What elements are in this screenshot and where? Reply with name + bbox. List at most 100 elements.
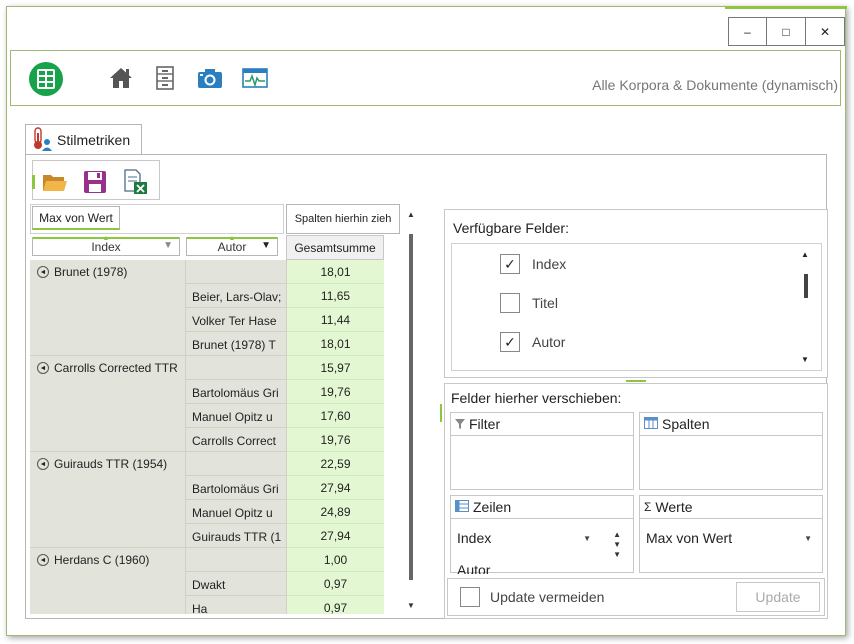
collapse-icon[interactable]: ◄: [37, 554, 49, 566]
table-cell[interactable]: Dwakt: [186, 572, 286, 596]
row-field-index[interactable]: ▲ Index ▼: [32, 235, 180, 256]
close-button[interactable]: ✕: [806, 17, 845, 46]
collapse-icon[interactable]: ◄: [37, 362, 49, 374]
home-icon[interactable]: [107, 64, 135, 92]
field-list-scrollbar[interactable]: ▲ ▼: [801, 250, 811, 364]
reorder-spinner[interactable]: ▲ ▼ ▼: [613, 530, 621, 560]
group-header[interactable]: ◄ Brunet (1978): [30, 260, 186, 356]
update-button[interactable]: Update: [736, 582, 820, 612]
window-controls: ‒ □ ✕: [728, 17, 845, 46]
total-cell[interactable]: 18,01: [286, 260, 384, 284]
value-cell[interactable]: 24,89: [286, 500, 384, 524]
scroll-thumb[interactable]: [804, 274, 808, 298]
tab-stilmetriken[interactable]: Stilmetriken: [25, 124, 142, 155]
value-cell[interactable]: 17,60: [286, 404, 384, 428]
value-cell[interactable]: 11,44: [286, 308, 384, 332]
app-logo-icon[interactable]: [29, 62, 63, 96]
drop-zones-accent: [440, 404, 442, 422]
dropdown-arrow-icon[interactable]: ▼: [804, 534, 812, 543]
field-item-autor[interactable]: ✓ Autor: [500, 331, 565, 353]
group-label: Guirauds TTR (1954): [54, 457, 168, 471]
checkbox[interactable]: [500, 293, 520, 313]
table-cell[interactable]: Bartolomäus Gri: [186, 380, 286, 404]
columns-zone[interactable]: Spalten: [639, 412, 823, 490]
total-cell[interactable]: 1,00: [286, 548, 384, 572]
rows-zone-item-autor[interactable]: Autor: [457, 562, 591, 574]
table-cell[interactable]: Brunet (1978) T: [186, 332, 286, 356]
camera-icon[interactable]: [196, 64, 224, 92]
value-cell[interactable]: 11,65: [286, 284, 384, 308]
filter-icon[interactable]: ▼: [163, 240, 173, 251]
value-cell[interactable]: 0,97: [286, 596, 384, 614]
value-cell[interactable]: 0,97: [286, 572, 384, 596]
sort-up-icon: ▲: [102, 235, 110, 242]
drop-zones-panel: Felder hierher verschieben: Filter Spalt…: [440, 383, 828, 619]
row-field-autor[interactable]: ▲ Autor ▼: [186, 235, 278, 256]
table-cell[interactable]: Volker Ter Hase: [186, 308, 286, 332]
rows-zone[interactable]: Zeilen Index ▼ Autor ▲ ▼ ▼: [450, 495, 634, 574]
save-icon[interactable]: [81, 168, 109, 196]
table-cell[interactable]: Guirauds TTR (1: [186, 524, 286, 548]
minimize-button[interactable]: ‒: [728, 17, 767, 46]
total-cell[interactable]: 22,59: [286, 452, 384, 476]
values-zone[interactable]: Σ Werte Max von Wert ▼: [639, 495, 823, 573]
scroll-down-icon[interactable]: ▼: [801, 355, 809, 364]
data-field-max-von-wert[interactable]: Max von Wert: [32, 206, 120, 230]
pivot-group: ◄ Guirauds TTR (1954) 22,59 Bartolomäus …: [30, 452, 384, 548]
value-cell[interactable]: 18,01: [286, 332, 384, 356]
columns-zone-label: Spalten: [662, 416, 710, 432]
scroll-down-icon[interactable]: ▼: [407, 601, 415, 610]
export-excel-icon[interactable]: [121, 168, 149, 196]
check-icon: ✓: [504, 333, 516, 350]
rows-zone-item-index[interactable]: Index ▼: [457, 530, 591, 546]
zone-item-label: Autor: [457, 562, 491, 574]
sort-up-icon: ▲: [228, 235, 236, 242]
update-bar: Update vermeiden Update: [447, 578, 825, 616]
scroll-up-icon[interactable]: ▲: [801, 250, 809, 259]
value-cell[interactable]: 27,94: [286, 476, 384, 500]
cabinet-icon[interactable]: [151, 64, 179, 92]
maximize-button[interactable]: □: [767, 17, 806, 46]
scroll-thumb[interactable]: [409, 234, 413, 580]
total-cell[interactable]: 15,97: [286, 356, 384, 380]
rows-grid-icon: [455, 499, 469, 515]
column-drop-hint[interactable]: Spalten hierhin zieh: [286, 204, 400, 234]
table-cell[interactable]: Bartolomäus Gri: [186, 476, 286, 500]
header-title: Alle Korpora & Dokumente (dynamisch): [592, 77, 838, 93]
rows-zone-label: Zeilen: [473, 499, 512, 515]
monitor-chart-icon[interactable]: [241, 64, 269, 92]
table-cell[interactable]: Beier, Lars-Olav;: [186, 284, 286, 308]
checkbox[interactable]: ✓: [500, 332, 520, 352]
table-cell[interactable]: Carrolls Correct: [186, 428, 286, 452]
table-cell[interactable]: Manuel Opitz u: [186, 500, 286, 524]
filter-active-icon[interactable]: ▼: [261, 240, 271, 251]
available-fields-title: Verfügbare Felder:: [453, 220, 569, 236]
values-zone-item[interactable]: Max von Wert ▼: [646, 530, 812, 546]
value-cell[interactable]: 27,94: [286, 524, 384, 548]
group-header[interactable]: ◄ Guirauds TTR (1954): [30, 452, 186, 548]
scroll-up-icon[interactable]: ▲: [407, 210, 415, 219]
checkbox[interactable]: ✓: [500, 254, 520, 274]
group-header[interactable]: ◄ Carrolls Corrected TTR: [30, 356, 186, 452]
pivot-scrollbar[interactable]: ▲ ▼: [405, 210, 417, 610]
field-item-index[interactable]: ✓ Index: [500, 253, 566, 275]
group-label: Herdans C (1960): [54, 553, 150, 567]
value-cell[interactable]: 19,76: [286, 380, 384, 404]
table-cell[interactable]: Manuel Opitz u: [186, 404, 286, 428]
field-label: Autor: [532, 334, 566, 350]
panel-splitter[interactable]: [626, 380, 646, 382]
field-item-titel[interactable]: Titel: [500, 292, 558, 314]
columns-grid-icon: [644, 416, 658, 432]
open-folder-icon[interactable]: [41, 168, 69, 196]
defer-update-checkbox[interactable]: [460, 587, 480, 607]
collapse-icon[interactable]: ◄: [37, 266, 49, 278]
value-cell[interactable]: 19,76: [286, 428, 384, 452]
funnel-icon: [455, 416, 465, 432]
thermometer-user-icon: [31, 126, 53, 154]
group-header[interactable]: ◄ Herdans C (1960): [30, 548, 186, 614]
filter-zone[interactable]: Filter: [450, 412, 634, 490]
collapse-icon[interactable]: ◄: [37, 458, 49, 470]
dropdown-arrow-icon[interactable]: ▼: [583, 534, 591, 543]
main-content: Max von Wert Spalten hierhin zieh ▲ Inde…: [25, 154, 828, 619]
table-cell[interactable]: Ha: [186, 596, 286, 614]
